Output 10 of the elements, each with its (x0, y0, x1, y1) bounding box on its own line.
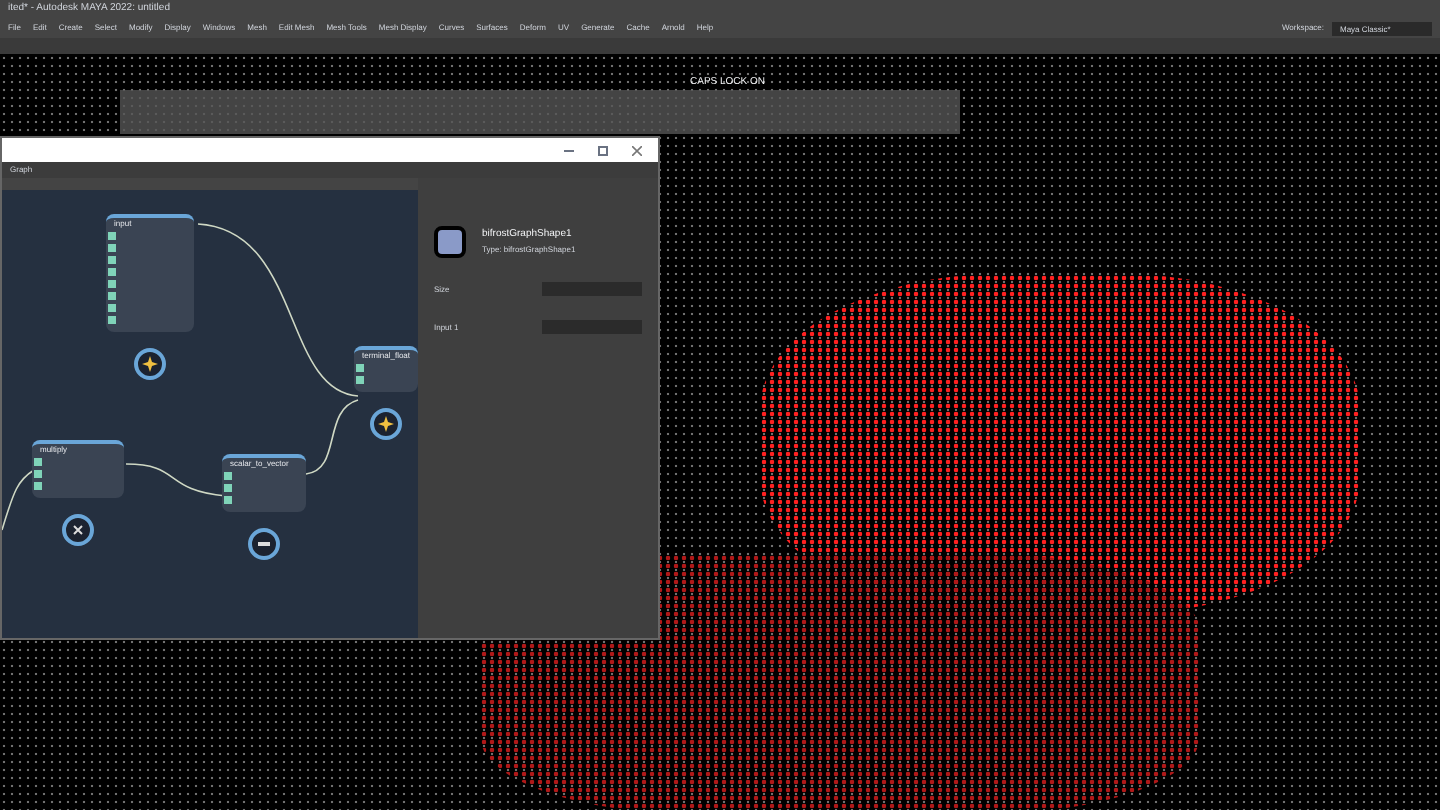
connection-wire (125, 463, 227, 497)
node-badge-icon (62, 514, 94, 546)
maximize-icon[interactable] (598, 145, 608, 155)
node-badge-icon (248, 528, 280, 560)
node-thumbnail-icon (434, 226, 466, 258)
minimize-icon[interactable] (564, 149, 574, 151)
node-badge-icon (134, 348, 166, 380)
connection-wire (2, 469, 35, 531)
node-badge-icon (370, 408, 402, 440)
close-icon[interactable] (632, 145, 642, 155)
